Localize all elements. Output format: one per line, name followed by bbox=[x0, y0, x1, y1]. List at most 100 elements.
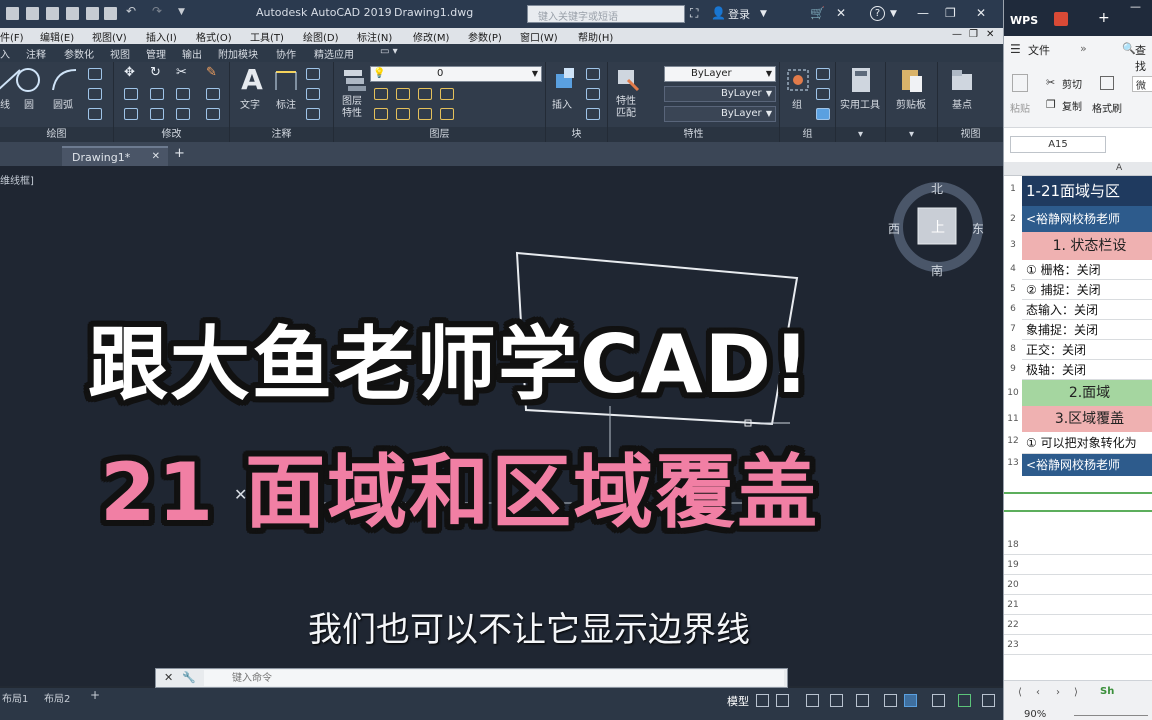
viewcube-top-face[interactable]: 上 bbox=[931, 217, 945, 237]
sheet-nav-first-icon[interactable]: ⟨ bbox=[1018, 687, 1022, 698]
name-box[interactable]: A15 bbox=[1010, 136, 1106, 153]
menu-tools[interactable]: 工具(T) bbox=[250, 29, 284, 44]
tab-drawing1[interactable]: Drawing1* ✕ bbox=[62, 146, 168, 166]
sheet-tab[interactable]: Sh bbox=[1100, 686, 1114, 697]
group-modify-label[interactable]: 修改 bbox=[114, 127, 229, 142]
menu-format[interactable]: 格式(O) bbox=[196, 29, 232, 44]
move-icon[interactable]: ✥ bbox=[124, 66, 138, 80]
web-icon[interactable] bbox=[86, 7, 99, 20]
print-icon[interactable] bbox=[104, 7, 117, 20]
grid-icon[interactable] bbox=[756, 694, 769, 707]
row-number[interactable]: 11 bbox=[1004, 414, 1022, 424]
close-icon[interactable]: ✕ bbox=[976, 6, 986, 20]
wps-logo[interactable]: WPS bbox=[1010, 14, 1038, 27]
tab-output[interactable]: 输出 bbox=[182, 46, 202, 61]
row-number[interactable]: 21 bbox=[1004, 600, 1022, 610]
viewcube[interactable]: 北 南 东 西 上 bbox=[888, 180, 988, 290]
tab-featured[interactable]: 精选应用 bbox=[314, 46, 354, 61]
wps-file-menu[interactable]: 文件 bbox=[1028, 42, 1050, 58]
layer-properties-icon[interactable] bbox=[340, 66, 368, 94]
dropdown-icon[interactable]: ▼ bbox=[760, 9, 767, 19]
tab-view[interactable]: 视图 bbox=[110, 46, 130, 61]
sheet-nav-prev-icon[interactable]: ‹ bbox=[1036, 687, 1040, 698]
compass-east[interactable]: 东 bbox=[972, 220, 984, 237]
compass-south[interactable]: 南 bbox=[931, 262, 943, 279]
ungroup-icon[interactable] bbox=[816, 68, 830, 80]
wps-find[interactable]: 查找 bbox=[1135, 42, 1152, 74]
login-button[interactable]: 登录 bbox=[728, 6, 750, 22]
tab-options-icon[interactable]: ▭ ▾ bbox=[380, 46, 398, 57]
mirror-icon[interactable] bbox=[150, 88, 164, 100]
close-tab-icon[interactable]: ✕ bbox=[152, 151, 160, 162]
selection-icon[interactable] bbox=[904, 694, 917, 707]
layer-tool-icon[interactable] bbox=[418, 88, 432, 100]
row-number[interactable]: 3 bbox=[1004, 240, 1022, 250]
new-file-icon[interactable] bbox=[6, 7, 19, 20]
save-icon[interactable] bbox=[46, 7, 59, 20]
lineweight-dropdown[interactable]: ByLayer ▼ bbox=[664, 106, 776, 122]
cell-a2[interactable]: <裕静网校杨老师 bbox=[1022, 206, 1152, 232]
row-number[interactable]: 8 bbox=[1004, 344, 1022, 354]
layer-tool-icon[interactable] bbox=[418, 108, 432, 120]
minimize-icon[interactable]: — bbox=[917, 6, 929, 20]
color-dropdown[interactable]: ByLayer ▼ bbox=[664, 66, 776, 82]
copy-icon[interactable]: ❐ bbox=[1046, 98, 1056, 111]
row-number[interactable]: 7 bbox=[1004, 324, 1022, 334]
circle-icon[interactable] bbox=[14, 66, 42, 94]
cmd-close-icon[interactable]: ✕ bbox=[164, 671, 173, 684]
row-number[interactable]: 12 bbox=[1004, 436, 1022, 446]
cell-a5[interactable]: ② 捕捉：关闭 bbox=[1022, 280, 1152, 300]
row-number[interactable]: 2 bbox=[1004, 214, 1022, 224]
layer-tool-icon[interactable] bbox=[440, 88, 454, 100]
model-space-button[interactable]: 模型 bbox=[727, 693, 749, 709]
tab-addins[interactable]: 附加模块 bbox=[218, 46, 258, 61]
user-icon[interactable]: 👤 bbox=[711, 6, 726, 20]
group-select-icon[interactable] bbox=[816, 108, 830, 120]
cell-a12[interactable]: ① 可以把对象转化为 bbox=[1022, 432, 1152, 454]
group-properties-label[interactable]: 特性 bbox=[608, 127, 779, 142]
row-number[interactable]: 23 bbox=[1004, 640, 1022, 650]
paste-icon[interactable] bbox=[898, 66, 926, 94]
exchange-icon[interactable]: ✕ bbox=[836, 6, 846, 20]
sheet-nav-next-icon[interactable]: › bbox=[1056, 687, 1060, 698]
copy-icon[interactable] bbox=[124, 88, 138, 100]
stretch-icon[interactable] bbox=[124, 108, 138, 120]
row-number[interactable]: 22 bbox=[1004, 620, 1022, 630]
block-attr-icon[interactable] bbox=[586, 108, 600, 120]
row-number[interactable]: 13 bbox=[1004, 458, 1022, 468]
linetype-dropdown[interactable]: ByLayer ▼ bbox=[664, 86, 776, 102]
layer-tool-icon[interactable] bbox=[374, 108, 388, 120]
calculator-icon[interactable] bbox=[847, 66, 875, 94]
clipboard-dropdown[interactable]: ▾ bbox=[886, 127, 937, 142]
menu-dimension[interactable]: 标注(N) bbox=[357, 29, 392, 44]
layer-tool-icon[interactable] bbox=[396, 108, 410, 120]
arc-icon[interactable] bbox=[50, 66, 78, 94]
tab-annotate[interactable]: 注释 bbox=[26, 46, 46, 61]
group-layers-label[interactable]: 图层 bbox=[334, 127, 545, 142]
edit-block-icon[interactable] bbox=[586, 88, 600, 100]
paste-icon[interactable] bbox=[1012, 74, 1028, 92]
command-input[interactable] bbox=[204, 670, 784, 686]
annotation-icon[interactable] bbox=[932, 694, 945, 707]
create-block-icon[interactable] bbox=[586, 68, 600, 80]
tab-home[interactable]: 入 bbox=[0, 46, 10, 61]
array-icon[interactable] bbox=[176, 108, 190, 120]
tab-collaborate[interactable]: 协作 bbox=[276, 46, 296, 61]
polyline-icon[interactable] bbox=[88, 108, 102, 120]
workspace-icon[interactable] bbox=[958, 694, 971, 707]
cell-a7[interactable]: 象捕捉：关闭 bbox=[1022, 320, 1152, 340]
menu-icon[interactable]: ☰ bbox=[1010, 42, 1021, 56]
add-layout-icon[interactable]: + bbox=[90, 688, 100, 702]
insert-icon[interactable] bbox=[550, 66, 578, 94]
open-file-icon[interactable] bbox=[26, 7, 39, 20]
cell-a10[interactable]: 2.面域 bbox=[1022, 380, 1152, 406]
match-properties-icon[interactable] bbox=[614, 66, 642, 94]
layout-tab-2[interactable]: 布局2 bbox=[44, 690, 70, 705]
menu-edit[interactable]: 编辑(E) bbox=[40, 29, 74, 44]
ortho-icon[interactable] bbox=[806, 694, 819, 707]
help-icon[interactable]: ? bbox=[870, 6, 885, 21]
group-icon[interactable] bbox=[784, 66, 812, 94]
row-number[interactable]: 18 bbox=[1004, 540, 1022, 550]
window-restore-icon[interactable]: ❐ bbox=[969, 29, 978, 40]
compass-north[interactable]: 北 bbox=[931, 180, 943, 197]
